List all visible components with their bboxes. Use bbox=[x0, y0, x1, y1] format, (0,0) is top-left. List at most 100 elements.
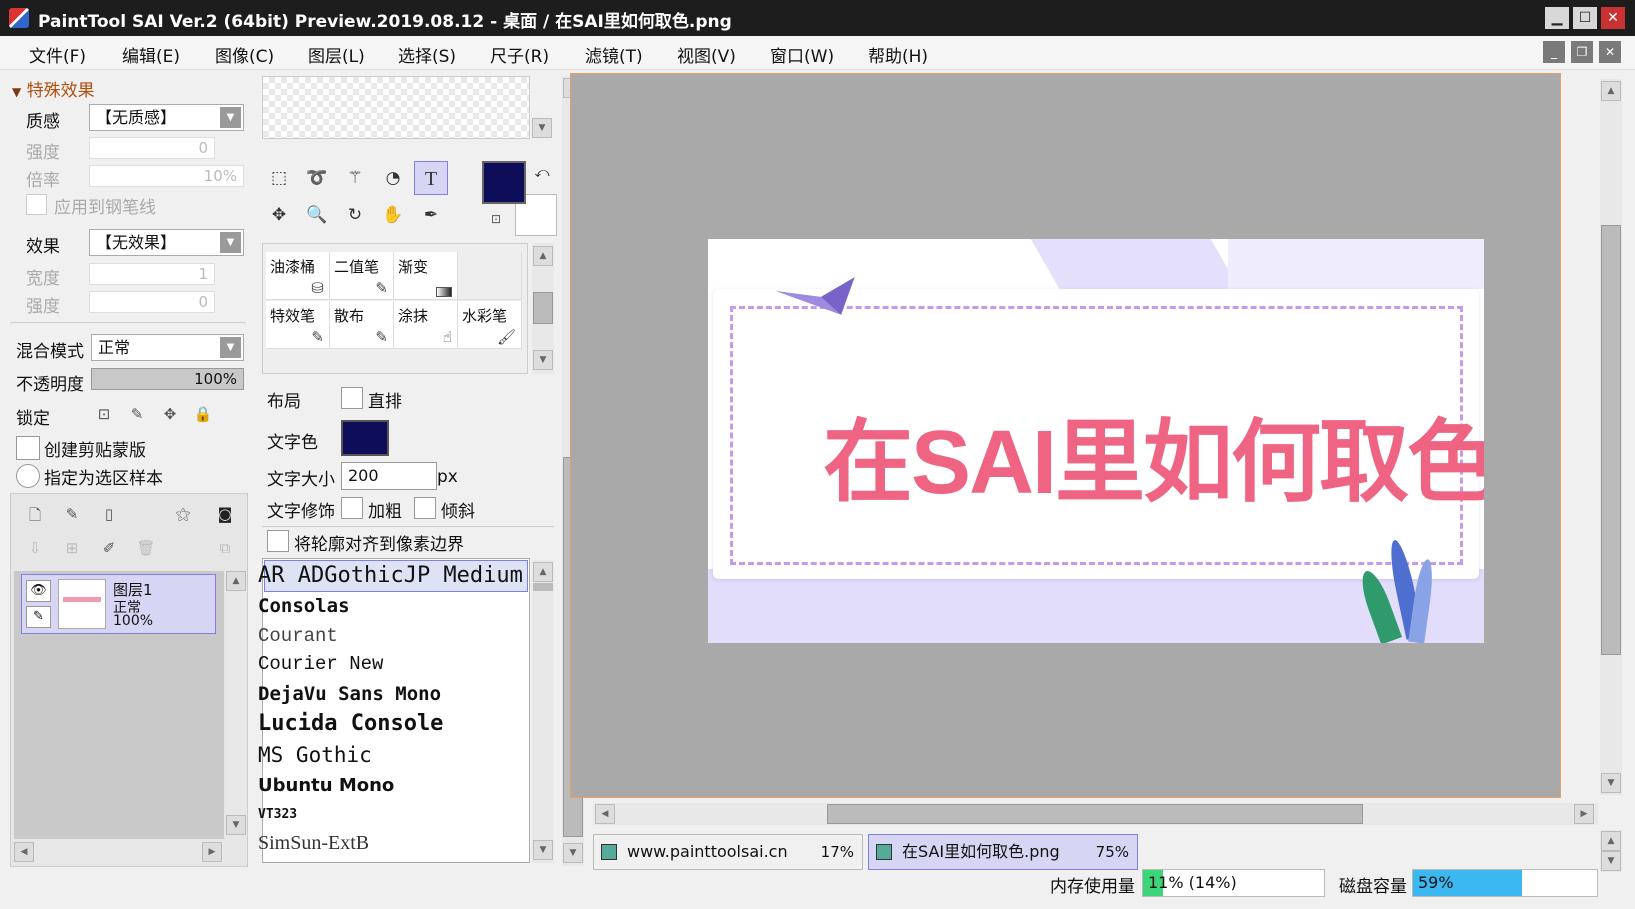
scroll-down-icon[interactable]: ▼ bbox=[563, 843, 583, 863]
doc-restore-button[interactable]: ❐ bbox=[1571, 41, 1593, 63]
move-tool[interactable]: ✥ bbox=[262, 198, 296, 232]
brush-smudge[interactable]: 涂抹 ☝ bbox=[394, 301, 458, 349]
delete-layer-icon[interactable]: 🗑 bbox=[135, 539, 157, 557]
brush-effect-pen[interactable]: 特效笔 ✎ bbox=[266, 301, 330, 349]
effect-dropdown[interactable]: 【无效果】 ▼ bbox=[89, 229, 244, 256]
foreground-color-swatch-top[interactable] bbox=[482, 161, 526, 204]
layer-mask-icon[interactable]: ◙ bbox=[214, 505, 236, 523]
text-tool[interactable]: T bbox=[414, 161, 448, 195]
opacity-slider[interactable]: 100% bbox=[91, 368, 244, 390]
text-size-input[interactable]: 200 bbox=[341, 462, 437, 490]
doc-tab[interactable]: www.painttoolsai.cn 17% bbox=[593, 834, 863, 870]
menu-select[interactable]: 选择(S) bbox=[398, 42, 456, 67]
scroll-up-icon[interactable]: ▲ bbox=[533, 562, 553, 582]
apply-mask-icon[interactable]: ⧉ bbox=[214, 539, 236, 557]
section-collapse[interactable]: ▼ 特殊效果 bbox=[12, 76, 95, 101]
brush-watercolor[interactable]: 水彩笔 🖌 bbox=[458, 301, 522, 349]
merge-layer-icon[interactable]: ⊞ bbox=[61, 539, 83, 557]
scroll-thumb[interactable] bbox=[1601, 225, 1621, 655]
navigator-preview[interactable] bbox=[262, 76, 530, 139]
scroll-left-icon[interactable]: ◀ bbox=[595, 804, 615, 824]
menu-window[interactable]: 窗口(W) bbox=[770, 42, 834, 67]
menu-view[interactable]: 视图(V) bbox=[677, 42, 736, 67]
zoom-tool[interactable]: 🔍 bbox=[300, 198, 334, 232]
menu-edit[interactable]: 编辑(E) bbox=[122, 42, 180, 67]
font-item[interactable]: Lucida Console bbox=[258, 711, 443, 736]
scroll-right-icon[interactable]: ▶ bbox=[1574, 804, 1594, 824]
menu-filter[interactable]: 滤镜(T) bbox=[585, 42, 643, 67]
bold-checkbox[interactable] bbox=[341, 497, 363, 519]
doc-close-button[interactable]: ✕ bbox=[1599, 41, 1621, 63]
sample-radio[interactable] bbox=[16, 464, 40, 488]
font-item[interactable]: SimSun-ExtB bbox=[258, 832, 369, 855]
shape-tool[interactable]: ◔ bbox=[376, 161, 410, 195]
scroll-down-icon[interactable]: ▼ bbox=[1601, 773, 1621, 793]
magic-wand-tool[interactable]: ⚚ bbox=[338, 161, 372, 195]
scroll-right-icon[interactable]: ▶ bbox=[202, 842, 222, 862]
new-folder-icon[interactable]: ▯ bbox=[98, 505, 120, 523]
brush-binary-pen[interactable]: 二值笔 ✎ bbox=[330, 252, 394, 300]
menu-image[interactable]: 图像(C) bbox=[215, 42, 274, 67]
scroll-down-icon[interactable]: ▼ bbox=[1601, 851, 1621, 871]
font-item[interactable]: Consolas bbox=[258, 595, 350, 617]
close-button[interactable]: ✕ bbox=[1601, 7, 1625, 29]
width-slider[interactable]: 1 bbox=[89, 263, 215, 285]
texture-dropdown[interactable]: 【无质感】 ▼ bbox=[89, 104, 244, 131]
transfer-down-icon[interactable]: ⇩ bbox=[24, 539, 46, 557]
scroll-down-icon[interactable]: ▼ bbox=[533, 350, 553, 370]
pencil-icon[interactable]: ✎ bbox=[26, 606, 51, 628]
font-scrollbar[interactable] bbox=[532, 560, 554, 863]
font-item[interactable]: AR ADGothicJP Medium bbox=[258, 563, 523, 588]
doc-minimize-button[interactable]: _ bbox=[1543, 41, 1565, 63]
layer-hscrollbar[interactable] bbox=[14, 841, 224, 863]
maximize-button[interactable]: ☐ bbox=[1573, 7, 1597, 29]
clip-mask-checkbox[interactable] bbox=[16, 436, 40, 460]
rect-select-tool[interactable]: ⬚ bbox=[262, 161, 296, 195]
scroll-up-icon[interactable]: ▲ bbox=[226, 571, 246, 591]
scroll-up-icon[interactable]: ▲ bbox=[1601, 831, 1621, 851]
minimize-button[interactable]: ▁ bbox=[1545, 7, 1569, 29]
align-pixel-checkbox[interactable] bbox=[267, 530, 289, 552]
menu-file[interactable]: 文件(F) bbox=[29, 42, 86, 67]
scroll-up-icon[interactable]: ▲ bbox=[533, 246, 553, 266]
font-item[interactable]: VT323 bbox=[258, 807, 297, 822]
scroll-up-icon[interactable]: ▲ bbox=[1601, 81, 1621, 101]
eye-icon[interactable]: 👁 bbox=[26, 580, 51, 602]
rotate-tool[interactable]: ↻ bbox=[338, 198, 372, 232]
doc-tab-active[interactable]: 在SAI里如何取色.png 75% bbox=[868, 834, 1138, 870]
lock-transparency-icon[interactable]: ⊡ bbox=[93, 405, 115, 423]
document-canvas[interactable]: 在SAI里如何取色 bbox=[708, 239, 1484, 643]
effect-strength-slider[interactable]: 0 bbox=[89, 291, 215, 313]
layer-effect-icon[interactable]: ⚝ bbox=[172, 505, 194, 523]
scroll-thumb[interactable] bbox=[533, 583, 553, 591]
font-item[interactable]: Courant bbox=[258, 625, 338, 647]
brush-empty-slot[interactable] bbox=[458, 252, 522, 300]
layer-row[interactable]: 👁 ✎ 图层1 正常 100% bbox=[21, 574, 216, 634]
blend-mode-dropdown[interactable]: 正常 ▼ bbox=[91, 334, 244, 361]
scroll-down-icon[interactable]: ▼ bbox=[532, 118, 552, 138]
scroll-thumb[interactable] bbox=[827, 804, 1363, 824]
lock-paint-icon[interactable]: ✎ bbox=[126, 405, 148, 423]
transparent-color-icon[interactable]: ⊡ bbox=[485, 212, 507, 226]
strength-slider[interactable]: 0 bbox=[89, 137, 215, 159]
new-layer-icon[interactable]: 🗋 bbox=[24, 505, 46, 530]
apply-pen-checkbox[interactable] bbox=[26, 194, 47, 215]
lock-move-icon[interactable]: ✥ bbox=[159, 405, 181, 423]
italic-checkbox[interactable] bbox=[414, 497, 436, 519]
scroll-thumb[interactable] bbox=[533, 292, 553, 324]
brush-paint-bucket[interactable]: 油漆桶 ⛁ bbox=[266, 252, 330, 300]
scale-slider[interactable]: 10% bbox=[89, 165, 244, 187]
font-item[interactable]: MS Gothic bbox=[258, 743, 372, 767]
font-item[interactable]: DejaVu Sans Mono bbox=[258, 683, 441, 705]
font-item[interactable]: Ubuntu Mono bbox=[258, 775, 394, 796]
lasso-tool[interactable]: ➰ bbox=[300, 161, 334, 195]
brush-scatter[interactable]: 散布 ✎ bbox=[330, 301, 394, 349]
menu-ruler[interactable]: 尺子(R) bbox=[490, 42, 549, 67]
scroll-left-icon[interactable]: ◀ bbox=[14, 842, 34, 862]
vertical-checkbox[interactable] bbox=[341, 387, 363, 409]
menu-layer[interactable]: 图层(L) bbox=[308, 42, 365, 67]
lock-all-icon[interactable]: 🔒 bbox=[192, 405, 214, 423]
layer-scrollbar[interactable] bbox=[226, 571, 246, 839]
new-vector-layer-icon[interactable]: ✎ bbox=[61, 505, 83, 523]
text-color-swatch[interactable] bbox=[341, 420, 389, 456]
